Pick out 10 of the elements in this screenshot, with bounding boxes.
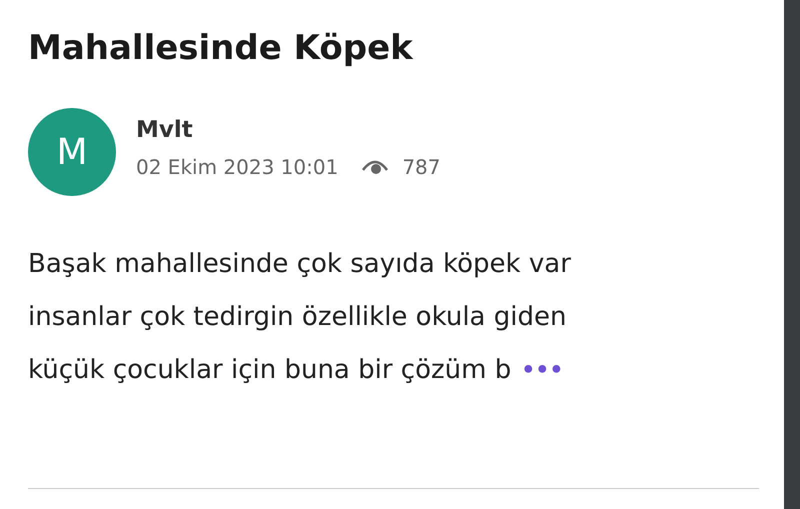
more-link[interactable]: •••	[521, 344, 564, 397]
eye-icon	[362, 158, 388, 176]
author-name: Mvlt	[136, 117, 194, 143]
view-count: 787	[402, 155, 441, 179]
author-avatar: M	[28, 108, 116, 196]
body-text: insanlar çok tedirgin özellikle okula giden	[28, 301, 566, 334]
body-text: Başak mahallesinde çok sayıda köpek var	[28, 248, 571, 281]
article-title: Mahallesinde Köpek	[28, 27, 414, 70]
post-date: 02 Ekim 2023 10:01	[136, 155, 338, 179]
body-text: küçük çocuklar için buna bir çözüm b	[28, 354, 512, 387]
